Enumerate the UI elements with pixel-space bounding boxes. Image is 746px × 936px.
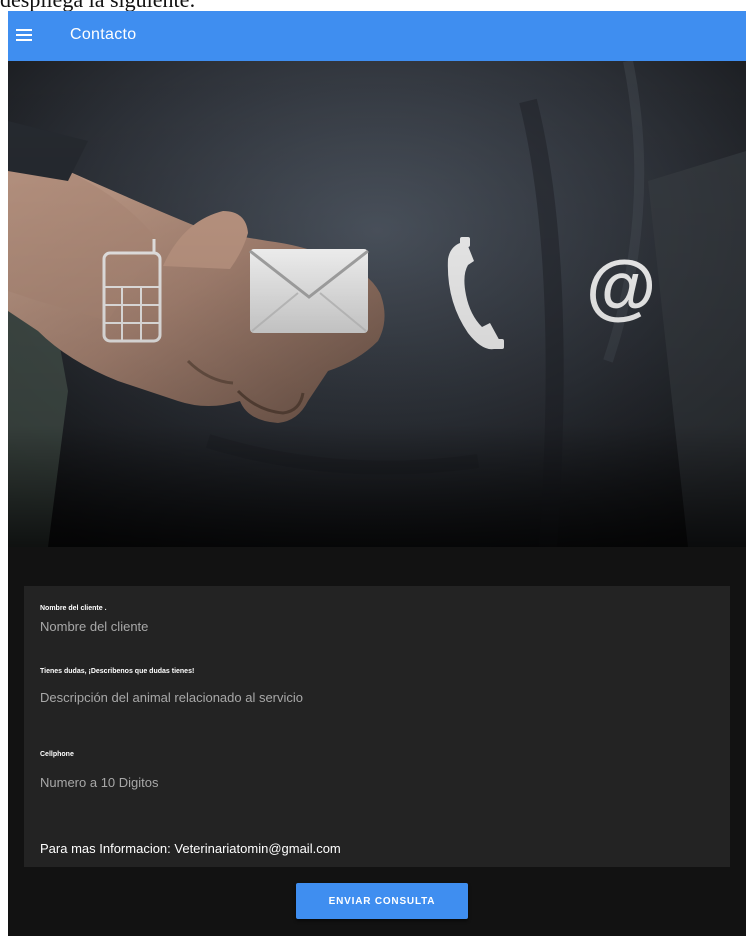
send-inquiry-button[interactable]: ENVIAR CONSULTA xyxy=(296,883,468,919)
contact-form-card: Nombre del cliente . Tienes dudas, ¡Desc… xyxy=(24,586,730,867)
doubts-label: Tienes dudas, ¡Describenos que dudas tie… xyxy=(40,668,195,675)
hamburger-menu-icon[interactable] xyxy=(16,29,32,41)
doubts-description-input[interactable] xyxy=(40,686,710,708)
cellphone-input[interactable] xyxy=(40,771,710,793)
contact-app: Contacto Nombre del cliente . Nombre del… xyxy=(8,11,746,936)
name-label: Nombre del cliente . xyxy=(40,605,107,612)
cellphone-label: Cellphone xyxy=(40,751,74,758)
document-caption: despliega la siguiente: xyxy=(0,0,746,11)
contact-info-text: Para mas Informacion: Veterinariatomin@g… xyxy=(40,841,341,856)
app-toolbar: Contacto xyxy=(8,11,746,61)
client-name-input[interactable] xyxy=(40,615,710,637)
hero-image: @ xyxy=(8,61,746,547)
toolbar-title: Contacto xyxy=(70,26,137,43)
